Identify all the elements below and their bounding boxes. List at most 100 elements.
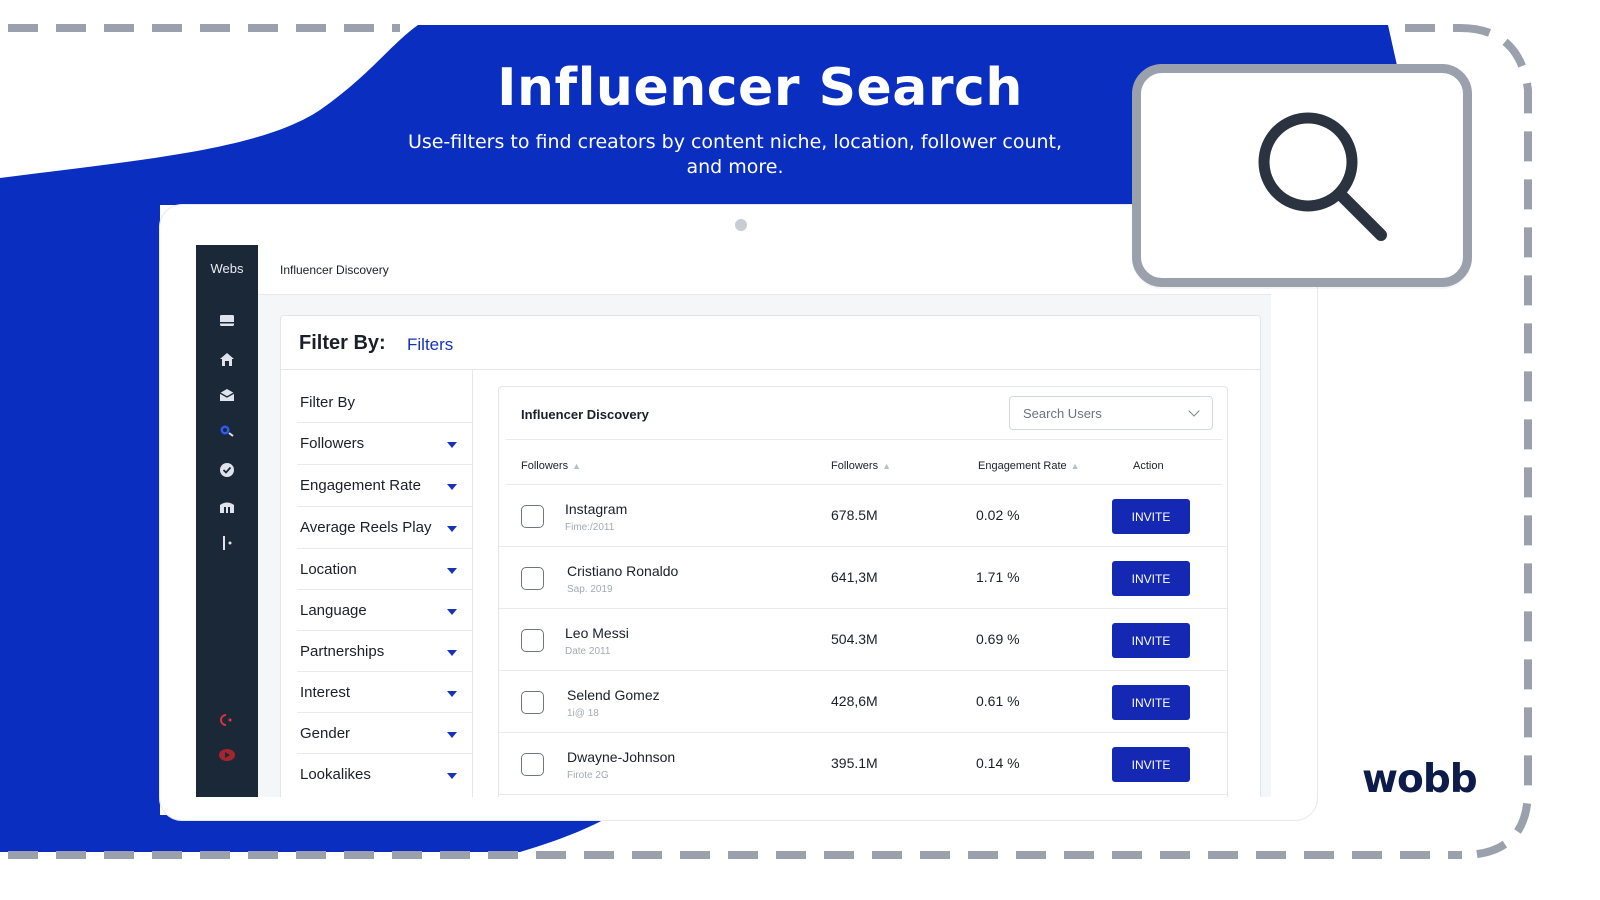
filter-label: Location (300, 561, 357, 578)
row-checkbox[interactable] (521, 691, 544, 714)
row-checkbox[interactable] (521, 629, 544, 652)
filter-partnerships[interactable]: Partnerships (297, 630, 473, 672)
filter-engagement-rate[interactable]: Engagement Rate (297, 464, 473, 506)
filter-followers[interactable]: Followers (297, 422, 473, 464)
column-header[interactable]: Engagement Rate ▲ (978, 460, 1080, 472)
influencer-meta: Fime:/2011 (565, 522, 615, 533)
caret-down-icon (447, 650, 457, 656)
followers-value: 395.1M (831, 755, 878, 771)
followers-value: 428,6M (831, 693, 878, 709)
sort-icon: ▲ (572, 461, 581, 471)
filter-by-label: Filter By: (299, 332, 386, 354)
camera-dot (735, 219, 747, 231)
filter-lookalikes[interactable]: Lookalikes (297, 753, 473, 795)
engagement-value: 1.71 % (976, 569, 1020, 585)
filter-panel-header: Filter By: Filters (281, 316, 1260, 370)
search-users-placeholder: Search Users (1023, 406, 1102, 421)
influencer-name: Dwayne-Johnson (567, 749, 676, 765)
filter-gender[interactable]: Gender (297, 712, 473, 754)
inbox-icon[interactable] (217, 311, 237, 331)
filter-list: Filter By Followers Engagement Rate Aver… (281, 370, 473, 797)
table-header: Followers ▲ Followers ▲ Engagement Rate ▲ A… (506, 439, 1222, 485)
search-illustration-card (1132, 64, 1472, 287)
filter-language[interactable]: Language (297, 589, 473, 631)
caret-down-icon (447, 732, 457, 738)
caret-down-icon (447, 773, 457, 779)
caret-down-icon (447, 568, 457, 574)
table-row: Cristiano Ronaldo Sap. 2019 641,3M 1.71 … (499, 547, 1227, 609)
column-header: Action (1133, 460, 1164, 472)
influencer-name: Cristiano Ronaldo (567, 563, 679, 579)
filter-panel: Filter By: Filters Filter By Followers E… (280, 315, 1261, 797)
filter-label: Average Reels Play (300, 519, 432, 536)
filter-label: Partnerships (300, 643, 385, 660)
invite-button[interactable]: INVITE (1112, 561, 1190, 596)
engagement-value: 0.69 % (976, 631, 1020, 647)
filter-list-title: Filter By (300, 394, 356, 411)
invite-button[interactable]: INVITE (1112, 685, 1190, 720)
chevron-down-icon (1188, 405, 1200, 417)
search-users-select[interactable]: Search Users (1009, 396, 1213, 430)
sidebar: Webs (196, 245, 258, 797)
row-checkbox[interactable] (521, 505, 544, 528)
table-row: Selend Gomez 1i@ 18 428,6M 0.61 % INVITE (499, 671, 1227, 733)
column-label: Followers (521, 460, 569, 472)
table-row: Instagram Fime:/2011 678.5M 0.02 % INVIT… (499, 485, 1227, 547)
filter-interest[interactable]: Interest (297, 671, 473, 713)
influencer-meta: Firote 2G (567, 770, 609, 781)
caret-down-icon (447, 691, 457, 697)
home-icon[interactable] (217, 349, 237, 369)
column-header[interactable]: Followers ▲ (831, 460, 891, 472)
check-circle-icon[interactable] (217, 460, 237, 480)
mailbox-icon[interactable] (217, 385, 237, 405)
engagement-value: 0.61 % (976, 693, 1020, 709)
row-checkbox[interactable] (521, 567, 544, 590)
column-header[interactable]: Followers ▲ (521, 460, 581, 472)
followers-value: 678.5M (831, 507, 878, 523)
filter-label: Gender (300, 725, 351, 742)
caret-down-icon (447, 526, 457, 532)
device-frame: Webs Influencer Discovery Filter By: Fil… (160, 205, 1317, 820)
topbar: Influencer Discovery (258, 245, 1271, 295)
followers-value: 504.3M (831, 631, 878, 647)
filter-location[interactable]: Location (297, 548, 473, 590)
logout-bar-icon[interactable] (217, 533, 237, 553)
record-dot-icon[interactable] (217, 710, 237, 730)
filter-label: Language (300, 602, 367, 619)
influencer-name: Leo Messi (565, 625, 629, 641)
caret-down-icon (447, 442, 457, 448)
influencer-name: Selend Gomez (567, 687, 660, 703)
engagement-value: 0.14 % (976, 755, 1020, 771)
column-label: Followers (831, 460, 879, 472)
hero-subtitle: Use-filters to find creators by content … (407, 131, 1063, 178)
invite-button[interactable]: INVITE (1112, 747, 1190, 782)
video-icon[interactable] (217, 745, 237, 765)
followers-value: 641,3M (831, 569, 878, 585)
table-row: Dwayne-Johnson Firote 2G 395.1M 0.14 % I… (499, 733, 1227, 795)
caret-down-icon (447, 484, 457, 490)
influencer-table-card: Influencer Discovery Search Users Follow… (498, 386, 1228, 797)
sidebar-brand: Webs (210, 261, 244, 276)
filter-label: Followers (300, 435, 365, 452)
magnifier-icon (1258, 112, 1387, 241)
app-screen: Webs Influencer Discovery Filter By: Fil… (196, 245, 1271, 797)
filters-link[interactable]: Filters (407, 335, 453, 355)
breadcrumb: Influencer Discovery (280, 263, 389, 277)
influencer-meta: 1i@ 18 (567, 708, 599, 719)
filter-label: Interest (300, 684, 351, 701)
filter-average-reels-play[interactable]: Average Reels Play (297, 506, 473, 548)
filter-label: Engagement Rate (300, 477, 421, 494)
table-row: Leo Messi Date 2011 504.3M 0.69 % INVITE (499, 609, 1227, 671)
row-checkbox[interactable] (521, 753, 544, 776)
invite-button[interactable]: INVITE (1112, 623, 1190, 658)
store-icon[interactable] (217, 497, 237, 517)
wobb-logo: wobb (1362, 757, 1478, 802)
engagement-value: 0.02 % (976, 507, 1020, 523)
invite-button[interactable]: INVITE (1112, 499, 1190, 534)
influencer-meta: Sap. 2019 (567, 584, 613, 595)
sort-icon: ▲ (1070, 461, 1080, 471)
filter-label: Lookalikes (300, 766, 371, 783)
influencer-name: Instagram (565, 501, 628, 517)
column-label: Engagement Rate (978, 460, 1067, 472)
search-user-icon[interactable] (217, 421, 237, 441)
